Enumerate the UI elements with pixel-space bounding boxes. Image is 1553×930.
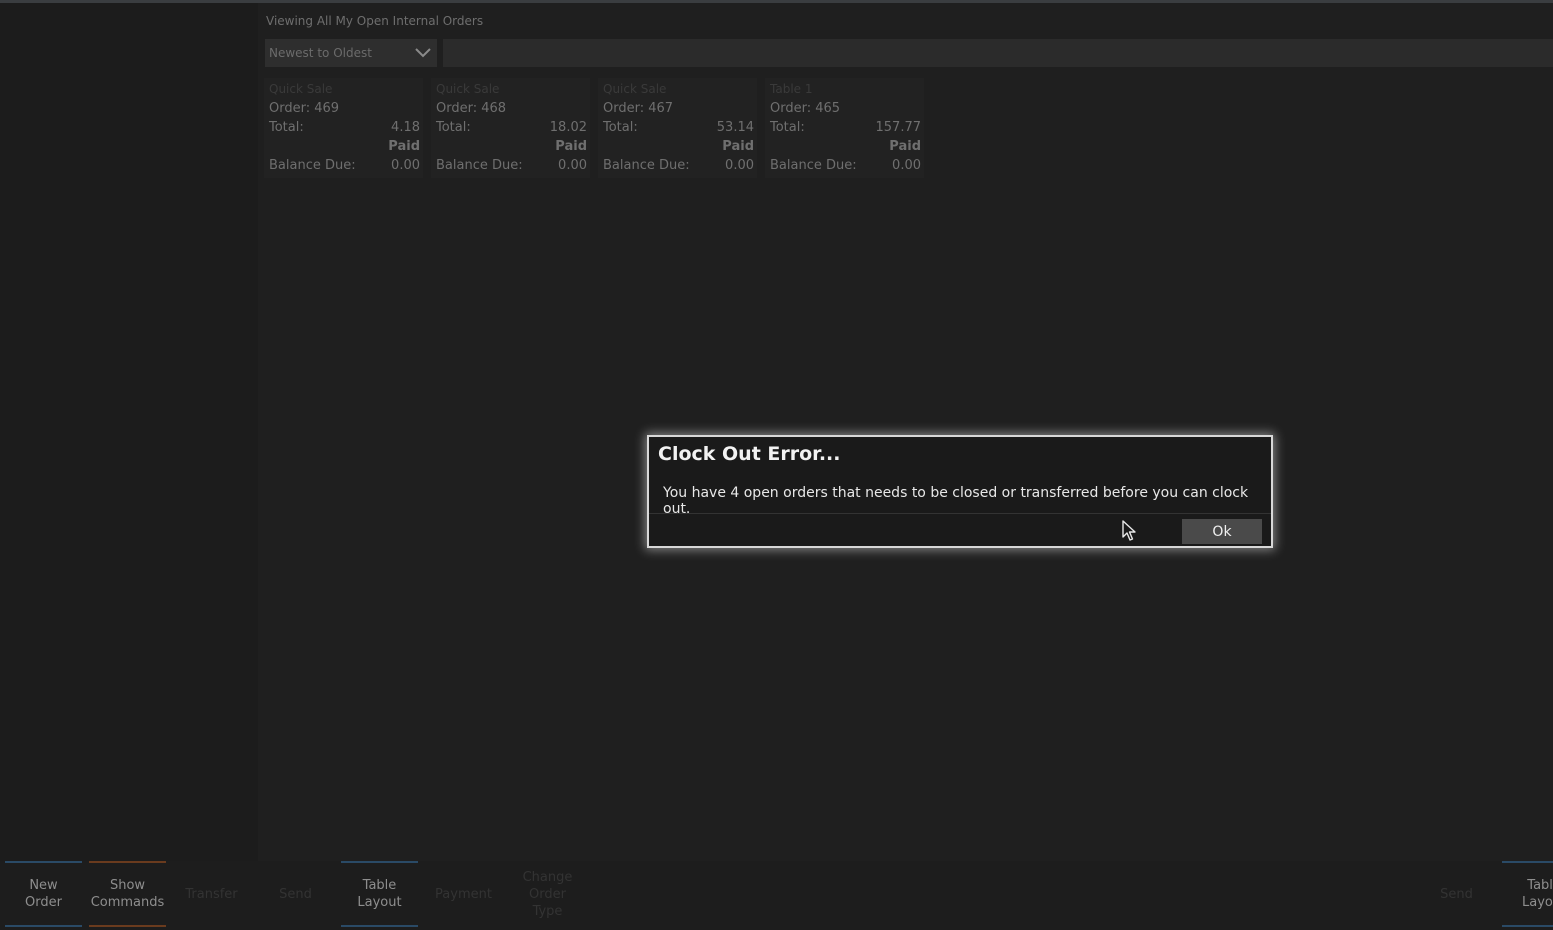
dialog-divider [649,513,1271,514]
mouse-pointer-icon [1122,520,1136,541]
dialog-title: Clock Out Error... [658,443,841,465]
ok-button[interactable]: Ok [1182,519,1262,544]
clock-out-error-dialog: Clock Out Error... You have 4 open order… [647,435,1273,548]
